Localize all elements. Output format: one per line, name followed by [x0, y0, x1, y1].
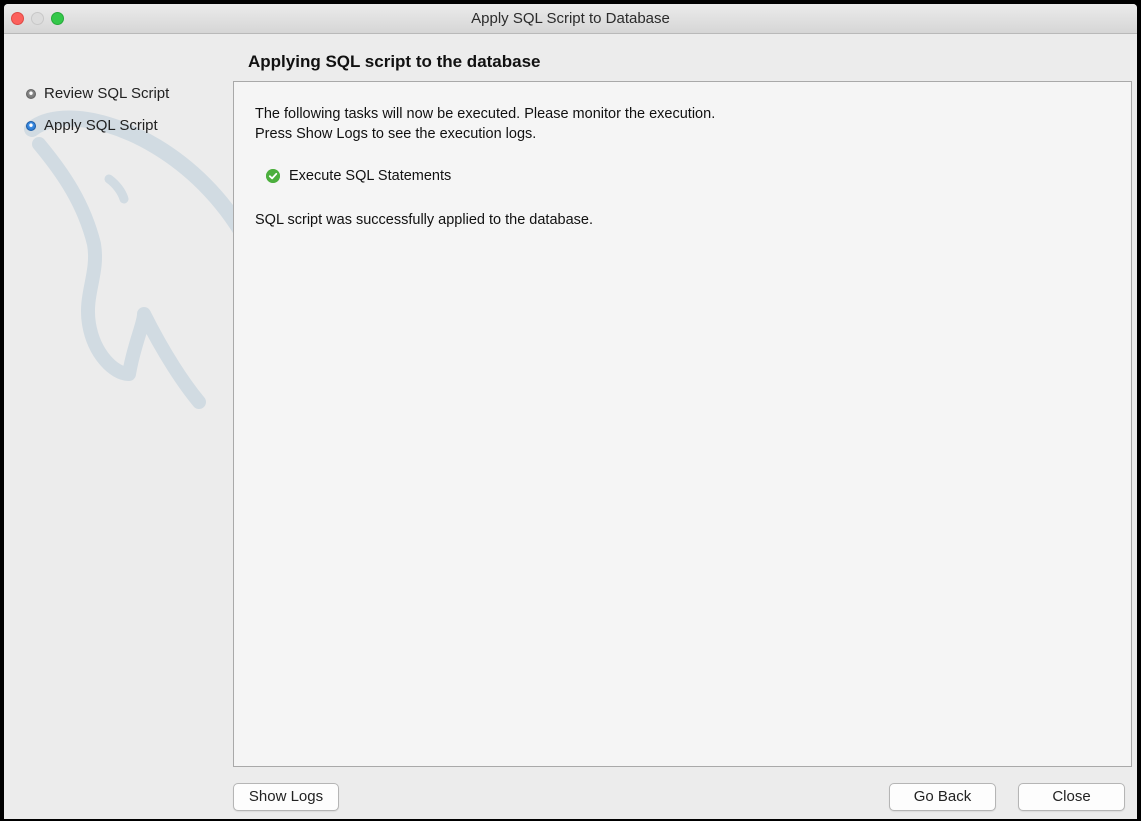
close-button[interactable]: Close — [1018, 783, 1125, 811]
window-title: Apply SQL Script to Database — [471, 10, 670, 27]
step-label: Review SQL Script — [44, 85, 170, 102]
intro-line-2: Press Show Logs to see the execution log… — [255, 126, 537, 142]
step-done-bullet-icon — [26, 89, 36, 99]
step-label: Apply SQL Script — [44, 117, 158, 134]
step-review-sql-script: Review SQL Script — [22, 84, 169, 116]
task-label: Execute SQL Statements — [289, 168, 452, 184]
step-current-bullet-icon — [26, 121, 36, 131]
title-bar: Apply SQL Script to Database — [4, 4, 1137, 34]
go-back-button[interactable]: Go Back — [889, 783, 996, 811]
result-message: SQL script was successfully applied to t… — [255, 212, 593, 228]
task-item: Execute SQL Statements — [266, 166, 452, 186]
step-apply-sql-script: Apply SQL Script — [22, 116, 169, 148]
check-circle-icon — [266, 169, 280, 183]
wizard-steps: Review SQL Script Apply SQL Script — [22, 84, 169, 148]
intro-line-1: The following tasks will now be executed… — [255, 106, 716, 122]
intro-text: The following tasks will now be executed… — [255, 104, 715, 144]
dialog-window: Apply SQL Script to Database Review SQL … — [4, 4, 1137, 819]
page-title: Applying SQL script to the database — [248, 52, 541, 71]
content-panel: The following tasks will now be executed… — [233, 81, 1132, 767]
show-logs-button[interactable]: Show Logs — [233, 783, 339, 811]
